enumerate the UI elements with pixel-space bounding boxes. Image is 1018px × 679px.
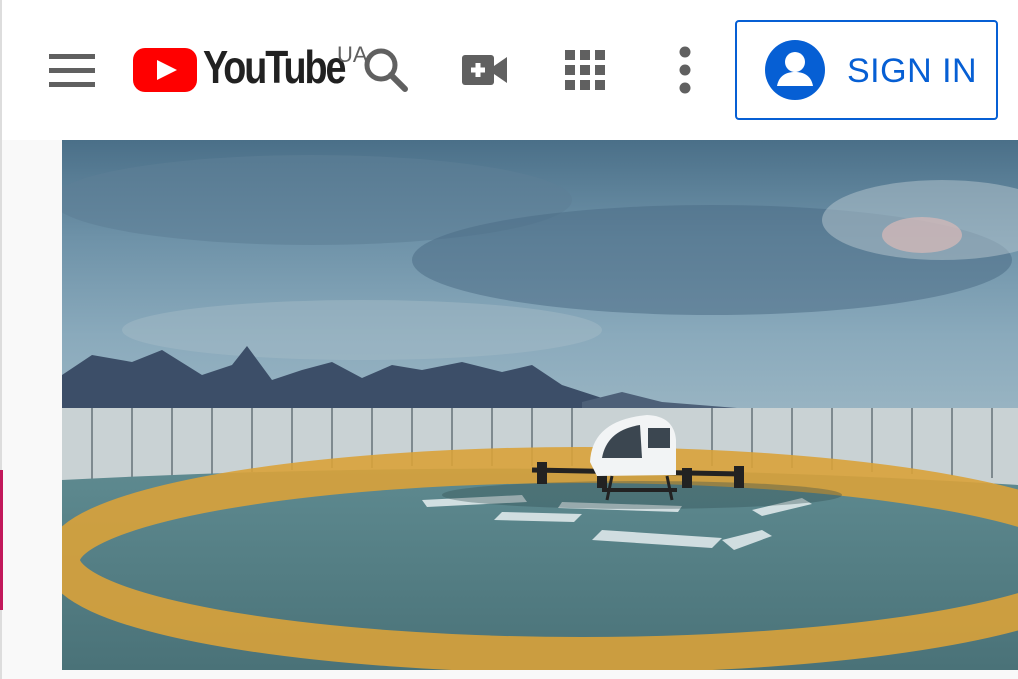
guide-menu-button[interactable] [44,48,100,92]
search-button[interactable] [360,44,412,96]
hamburger-menu-icon-bar [49,82,95,87]
sign-in-button[interactable]: SIGN IN [735,20,998,120]
search-icon [364,48,408,92]
account-circle-icon [765,40,825,100]
settings-more-button[interactable] [659,44,711,96]
youtube-logo[interactable]: YouTube [133,41,363,96]
logo-text: YouTube [203,41,346,93]
masthead: YouTube UA SIGN IN [0,0,1018,140]
video-camera-plus-icon [462,55,507,85]
create-video-button[interactable] [459,44,511,96]
more-vertical-icon [679,46,691,94]
youtube-play-icon [133,48,197,92]
hamburger-menu-icon-bar [49,68,95,73]
video-frame [62,140,1018,670]
apps-grid-icon [565,50,605,90]
hamburger-menu-icon [49,54,95,59]
apps-button[interactable] [559,44,611,96]
video-player[interactable] [62,140,1018,670]
side-accent-strip [0,470,3,610]
sign-in-label: SIGN IN [847,52,978,90]
